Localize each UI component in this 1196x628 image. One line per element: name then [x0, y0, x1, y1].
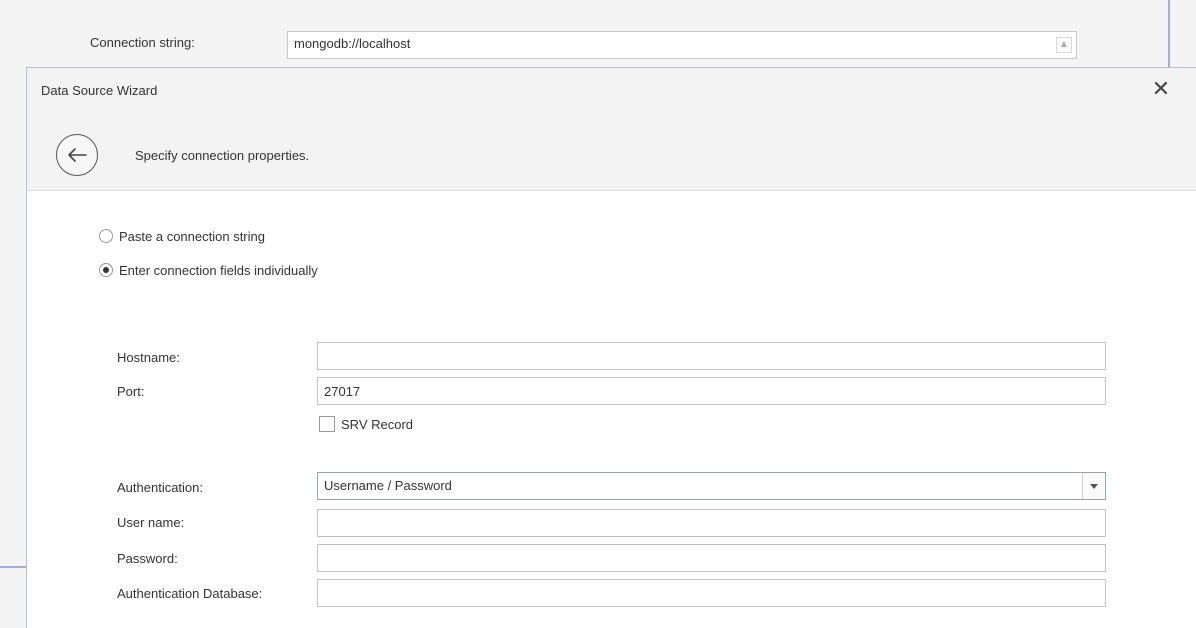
- connection-string-input[interactable]: mongodb://localhost ▲: [287, 31, 1077, 59]
- srv-record-checkbox[interactable]: [319, 416, 335, 432]
- scroll-up-icon[interactable]: ▲: [1056, 37, 1072, 53]
- dropdown-button[interactable]: [1082, 473, 1105, 499]
- hostname-label: Hostname:: [117, 350, 180, 365]
- back-button[interactable]: [56, 134, 98, 176]
- page-header: Specify connection properties.: [135, 148, 310, 163]
- auth-database-input[interactable]: [317, 579, 1106, 607]
- back-arrow-icon: [68, 148, 87, 162]
- authentication-select[interactable]: Username / Password: [317, 472, 1106, 500]
- auth-database-label: Authentication Database:: [117, 586, 263, 601]
- authentication-value: Username / Password: [324, 478, 452, 493]
- background-window-border: [1168, 0, 1170, 70]
- close-icon: ✕: [1151, 76, 1171, 101]
- user-name-input[interactable]: [317, 509, 1106, 537]
- user-name-label: User name:: [117, 515, 185, 530]
- hostname-input[interactable]: [317, 342, 1106, 370]
- port-input[interactable]: [317, 377, 1106, 405]
- radio-paste-connection-string[interactable]: Paste a connection string: [99, 225, 265, 247]
- connection-string-label: Connection string:: [90, 35, 195, 50]
- radio-label: Paste a connection string: [119, 228, 265, 244]
- radio-label: Enter connection fields individually: [119, 262, 318, 278]
- dialog-title: Data Source Wizard: [41, 83, 158, 98]
- password-input[interactable]: [317, 544, 1106, 572]
- background-window-border-left: [0, 566, 28, 568]
- connection-string-value: mongodb://localhost: [294, 36, 411, 51]
- srv-record-checkbox-row[interactable]: SRV Record: [319, 416, 413, 432]
- radio-button[interactable]: [99, 229, 113, 243]
- port-label: Port:: [117, 384, 145, 399]
- radio-enter-fields-individually[interactable]: Enter connection fields individually: [99, 259, 318, 281]
- password-label: Password:: [117, 551, 178, 566]
- radio-button-selected[interactable]: [99, 263, 113, 277]
- title-bar: [27, 68, 1196, 180]
- data-source-wizard-dialog: Data Source Wizard ✕ Specify connection …: [26, 67, 1196, 628]
- chevron-down-icon: [1090, 483, 1098, 489]
- close-button[interactable]: ✕: [1145, 76, 1177, 104]
- srv-record-label: SRV Record: [341, 416, 414, 432]
- header-divider: [27, 190, 1196, 191]
- authentication-label: Authentication:: [117, 480, 204, 495]
